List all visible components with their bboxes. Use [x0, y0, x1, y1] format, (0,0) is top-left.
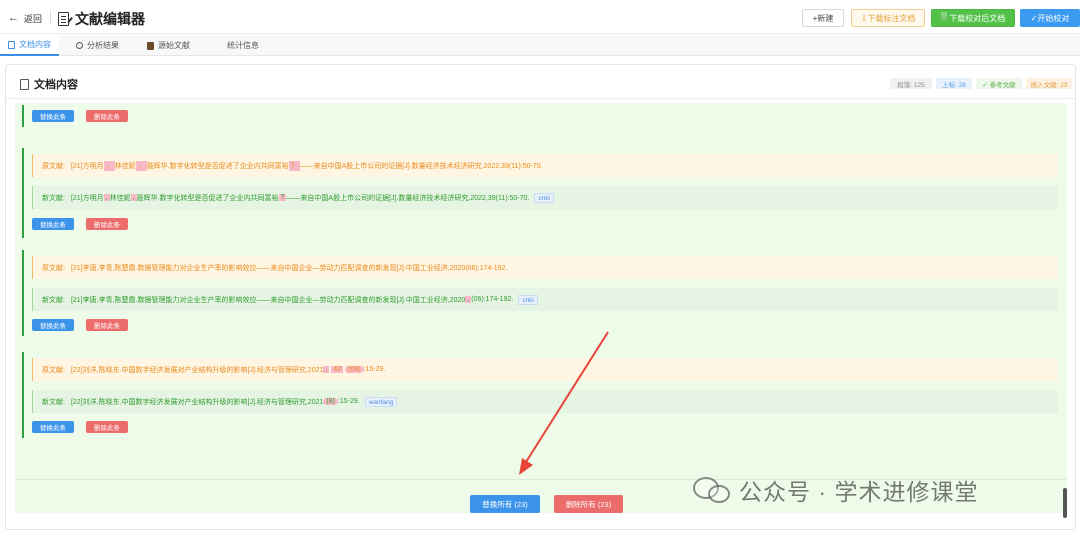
group-actions: 替换此条 删除此条 — [32, 421, 128, 433]
reference-text: :15-29. — [363, 366, 386, 373]
diff-highlight: ， — [103, 160, 115, 171]
reference-text: (06):174-192. — [471, 296, 514, 303]
reference-text: 聂辉华.数字化转型是否促进了企业内共同富裕 — [146, 162, 289, 170]
paragraph-count-badge: 段落: 125 — [890, 78, 932, 89]
reference-text: [22]刘洋,陈晓东.中国数字经济发展对产业结构升级的影响[J].经济与管理研究… — [70, 398, 324, 406]
document-edit-icon — [58, 12, 69, 26]
reference-group: 原文献: [21]方明月 ， 林佳妮 ， 聂辉华.数字化转型是否促进了企业内共同… — [22, 148, 1062, 238]
file-download-icon: 🗎 — [940, 12, 948, 21]
group-actions: 替换此条 删除此条 — [32, 218, 128, 230]
reference-text: :15-29. — [337, 398, 360, 405]
tab-analysis-results[interactable]: 分析结果 — [76, 35, 119, 56]
download-marked-button[interactable]: ⇩下载标注文档 — [851, 9, 925, 27]
references-badge: ✓ 参考文献 — [976, 78, 1022, 89]
reference-text: [22]刘洋,陈晓东.中国数字经济发展对产业结构升级的影响[J].经济与管理研究… — [70, 366, 324, 374]
source-tag: wanfang — [364, 396, 398, 407]
book-icon — [147, 41, 154, 50]
original-reference-row: 原文献: [22]刘洋,陈晓东.中国数字经济发展对产业结构升级的影响[J].经济… — [32, 358, 1058, 381]
original-label: 原文献: — [42, 366, 65, 374]
diff-highlight: ? — [278, 194, 287, 201]
panel-title: 文档内容 — [20, 76, 78, 92]
diff-highlight: ？ — [288, 160, 300, 171]
watermark-text: 公众号 · 学术进修课堂 — [739, 479, 979, 505]
replace-entry-button[interactable]: 替换此条 — [32, 218, 74, 230]
new-reference-row: 新文献: [21]李唐,李青,陈楚霞.数据管理能力对企业生产率的影响效应——来自… — [32, 288, 1058, 311]
diff-highlight: 42 — [331, 366, 344, 373]
original-label: 原文献: — [42, 264, 65, 272]
search-icon — [76, 42, 83, 49]
delete-entry-button[interactable]: 删除此条 — [86, 218, 128, 230]
download-proofread-button[interactable]: 🗎 下载校对后文档 — [931, 9, 1015, 27]
group-actions: 替换此条 删除此条 — [32, 110, 128, 122]
tab-bar: 文档内容 分析结果 源始文献 统计信息 — [0, 35, 1080, 56]
new-reference-row: 新文献: [21]方明月 , 林佳妮 , 聂辉华.数字化转型是否促进了企业内共同… — [32, 186, 1058, 209]
arrow-left-icon: ← — [8, 12, 19, 24]
delete-all-button[interactable]: 删除所有 (23) — [554, 495, 623, 513]
reference-group: 原文献: [22]刘洋,陈晓东.中国数字经济发展对产业结构升级的影响[J].经济… — [22, 352, 1062, 438]
reference-list[interactable]: 替换此条 删除此条 原文献: [21]方明月 ， 林佳妮 ， 聂辉华.数字化转型… — [15, 103, 1067, 513]
diff-highlight: (8) — [323, 398, 338, 405]
new-reference-row: 新文献: [22]刘洋,陈晓东.中国数字经济发展对产业结构升级的影响[J].经济… — [32, 390, 1058, 413]
reference-text: ——来自中国A股上市公司的证据[J].数量经济技术经济研究,2022,39(11… — [299, 162, 543, 170]
tab-source-literature[interactable]: 源始文献 — [147, 35, 190, 56]
reference-text: 林佳妮 — [109, 194, 131, 202]
tab-document-content[interactable]: 文档内容 — [0, 35, 59, 56]
reference-group: 替换此条 删除此条 — [22, 105, 1062, 127]
divider — [50, 10, 51, 25]
tab-label: 分析结果 — [87, 41, 119, 50]
back-label: 返回 — [24, 14, 43, 24]
tab-label: 统计信息 — [227, 41, 259, 50]
wechat-icon — [693, 476, 731, 504]
document-content-panel: 文档内容 段落: 125 上标: 28 ✓ 参考文献 插入文献: 23 替换此条… — [5, 64, 1076, 530]
original-label: 原文献: — [42, 162, 65, 170]
app-title-text: 文献编辑器 — [75, 11, 145, 27]
app-title: 文献编辑器 — [58, 9, 145, 29]
watermark: 公众号 · 学术进修课堂 — [693, 473, 978, 507]
diff-highlight: ， — [135, 160, 147, 171]
document-icon — [20, 78, 29, 90]
source-tag: cnki — [534, 192, 554, 203]
back-button[interactable]: ← 返回 — [8, 12, 42, 25]
diff-highlight: , — [323, 366, 330, 373]
reference-text: 聂辉华.数字化转型是否促进了企业内共同富裕 — [136, 194, 279, 202]
source-tag: cnki — [518, 294, 538, 305]
document-icon — [8, 40, 15, 49]
start-proofread-button[interactable]: ✓开始校对 — [1020, 9, 1080, 27]
tab-label: 文档内容 — [19, 40, 51, 49]
reference-text: [21]李唐,李青,陈楚霞.数据管理能力对企业生产率的影响效应——来自中国企业—… — [70, 296, 466, 304]
reference-text: 林佳妮 — [114, 162, 136, 170]
scrollbar-thumb[interactable] — [1063, 488, 1067, 518]
original-reference-row: 原文献: [21]李唐,李青,陈楚霞.数据管理能力对企业生产率的影响效应——来自… — [32, 256, 1058, 279]
tab-label: 源始文献 — [158, 41, 190, 50]
group-actions: 替换此条 删除此条 — [32, 319, 128, 331]
reference-text: ——来自中国A股上市公司的证据[J].数量经济技术经济研究,2022,39(11… — [286, 194, 530, 202]
reference-text: [21]方明月 — [70, 162, 104, 170]
diff-highlight: (08) — [345, 366, 364, 373]
replace-entry-button[interactable]: 替换此条 — [32, 421, 74, 433]
delete-entry-button[interactable]: 删除此条 — [86, 319, 128, 331]
new-label: 新文献: — [42, 296, 65, 304]
superscript-count-badge: 上标: 28 — [936, 78, 972, 89]
tab-statistics[interactable]: 统计信息 — [216, 35, 259, 56]
replace-entry-button[interactable]: 替换此条 — [32, 110, 74, 122]
bar-chart-icon — [216, 42, 223, 50]
reference-group: 原文献: [21]李唐,李青,陈楚霞.数据管理能力对企业生产率的影响效应——来自… — [22, 250, 1062, 336]
new-label: 新文献: — [42, 398, 65, 406]
replace-all-button[interactable]: 替换所有 (23) — [470, 495, 540, 513]
reference-text: [21]方明月 — [70, 194, 104, 202]
reference-text: [21]李唐,李青,陈楚霞.数据管理能力对企业生产率的影响效应——来自中国企业—… — [70, 264, 508, 272]
inserted-count-badge: 插入文献: 23 — [1026, 78, 1072, 89]
delete-entry-button[interactable]: 删除此条 — [86, 421, 128, 433]
panel-title-text: 文档内容 — [34, 79, 78, 91]
download-proofread-label: 下载校对后文档 — [949, 13, 1006, 23]
top-bar: ← 返回 文献编辑器 +新建 ⇩下载标注文档 🗎 下载校对后文档 ✓开始校对 — [0, 0, 1080, 34]
new-label: 新文献: — [42, 194, 65, 202]
new-button[interactable]: +新建 — [802, 9, 844, 27]
delete-entry-button[interactable]: 删除此条 — [86, 110, 128, 122]
replace-entry-button[interactable]: 替换此条 — [32, 319, 74, 331]
panel-header: 文档内容 段落: 125 上标: 28 ✓ 参考文献 插入文献: 23 — [6, 65, 1075, 99]
original-reference-row: 原文献: [21]方明月 ， 林佳妮 ， 聂辉华.数字化转型是否促进了企业内共同… — [32, 154, 1058, 177]
